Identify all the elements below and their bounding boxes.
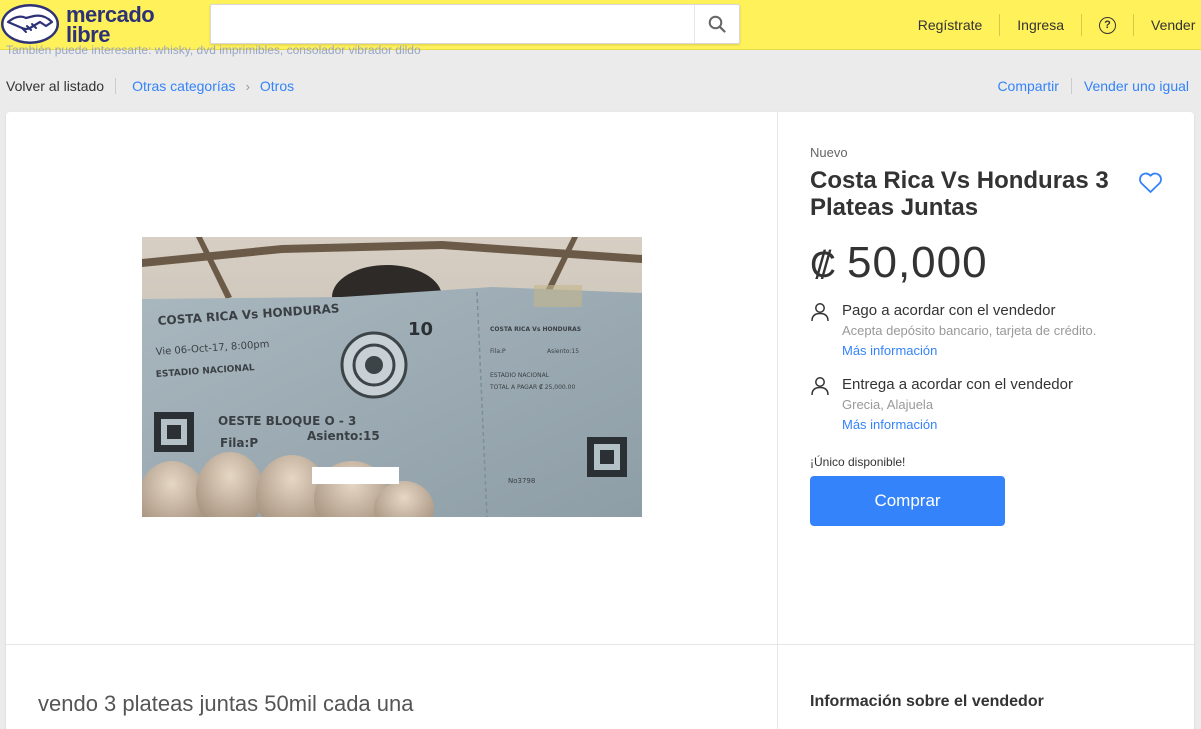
- logo-line-2: libre: [66, 22, 110, 47]
- ticket-stub-total: TOTAL A PAGAR ₡ 25,000.00: [489, 384, 575, 391]
- ticket-number-text: 10: [408, 319, 433, 340]
- chevron-right-icon: ›: [245, 78, 250, 94]
- product-photo[interactable]: COSTA RICA Vs HONDURAS Vie 06-Oct-17, 8:…: [142, 237, 642, 517]
- ticket-seat-text: Asiento:15: [307, 429, 380, 443]
- help-icon: ?: [1099, 16, 1116, 34]
- person-icon: [811, 377, 829, 396]
- logo-wordmark: mercado libre: [66, 4, 155, 47]
- divider: [1070, 78, 1072, 94]
- mercadolibre-logo[interactable]: mercado libre: [0, 2, 165, 46]
- item-condition: Nuevo: [810, 145, 848, 160]
- seller-info-heading: Información sobre el vendedor: [810, 693, 1044, 710]
- register-link[interactable]: Regístrate: [901, 14, 1000, 36]
- sell-link[interactable]: Vender: [1133, 14, 1201, 36]
- listing-actions: Compartir Vender uno igual: [997, 78, 1189, 94]
- stock-notice: ¡Único disponible!: [810, 455, 906, 469]
- payment-more-info-link[interactable]: Más información: [842, 343, 937, 358]
- search-box: [210, 4, 740, 44]
- share-link[interactable]: Compartir: [997, 78, 1058, 94]
- person-icon: [811, 303, 829, 322]
- back-to-list-link[interactable]: Volver al listado: [6, 78, 117, 94]
- section-divider: [6, 644, 1194, 645]
- redaction-box: [312, 467, 399, 484]
- ticket-stub-venue: ESTADIO NACIONAL: [490, 372, 550, 379]
- ticket-row-text: Fila:P: [220, 436, 258, 450]
- payment-methods: Acepta depósito bancario, tarjeta de cré…: [842, 323, 1097, 338]
- search-input[interactable]: [211, 5, 695, 43]
- ticket-stub-seat: Asiento:15: [547, 348, 579, 355]
- help-button[interactable]: ?: [1081, 14, 1133, 36]
- breadcrumb: Volver al listado Otras categorías › Otr…: [6, 78, 294, 94]
- delivery-location: Grecia, Alajuela: [842, 397, 934, 412]
- header-nav: Regístrate Ingresa ? Vender: [901, 0, 1201, 50]
- login-link[interactable]: Ingresa: [999, 14, 1081, 36]
- ticket-brand-mark: [534, 285, 582, 307]
- column-divider: [777, 112, 778, 729]
- ticket-block-text: OESTE BLOQUE O - 3: [218, 414, 356, 428]
- delivery-title: Entrega a acordar con el vendedor: [842, 376, 1073, 393]
- favorite-button[interactable]: [1138, 172, 1163, 194]
- related-searches[interactable]: También puede interesarte: whisky, dvd i…: [6, 43, 466, 57]
- price-amount: 50,000: [847, 238, 988, 287]
- product-title: Costa Rica Vs Honduras 3 Plateas Juntas: [810, 167, 1109, 221]
- ticket-stub-row: Fila:P: [490, 348, 506, 355]
- heart-icon: [1139, 172, 1162, 193]
- ticket-photo-image: COSTA RICA Vs HONDURAS Vie 06-Oct-17, 8:…: [142, 237, 642, 517]
- search-icon: [708, 15, 726, 33]
- delivery-more-info-link[interactable]: Más información: [842, 417, 937, 432]
- handshake-logo-icon: [1, 4, 59, 44]
- breadcrumb-item-others[interactable]: Otros: [260, 78, 294, 94]
- payment-title: Pago a acordar con el vendedor: [842, 302, 1056, 319]
- buy-button[interactable]: Comprar: [810, 476, 1005, 526]
- currency-symbol: ₡: [810, 244, 837, 285]
- product-price: ₡ 50,000: [810, 238, 988, 288]
- ticket-stub-match: COSTA RICA Vs HONDURAS: [490, 326, 581, 333]
- sell-similar-link[interactable]: Vender uno igual: [1084, 78, 1189, 94]
- ticket-stub-number: No3798: [508, 477, 535, 485]
- product-description: vendo 3 plateas juntas 50mil cada una: [38, 691, 414, 716]
- search-button[interactable]: [694, 5, 739, 43]
- breadcrumb-item-other-categories[interactable]: Otras categorías: [132, 78, 236, 94]
